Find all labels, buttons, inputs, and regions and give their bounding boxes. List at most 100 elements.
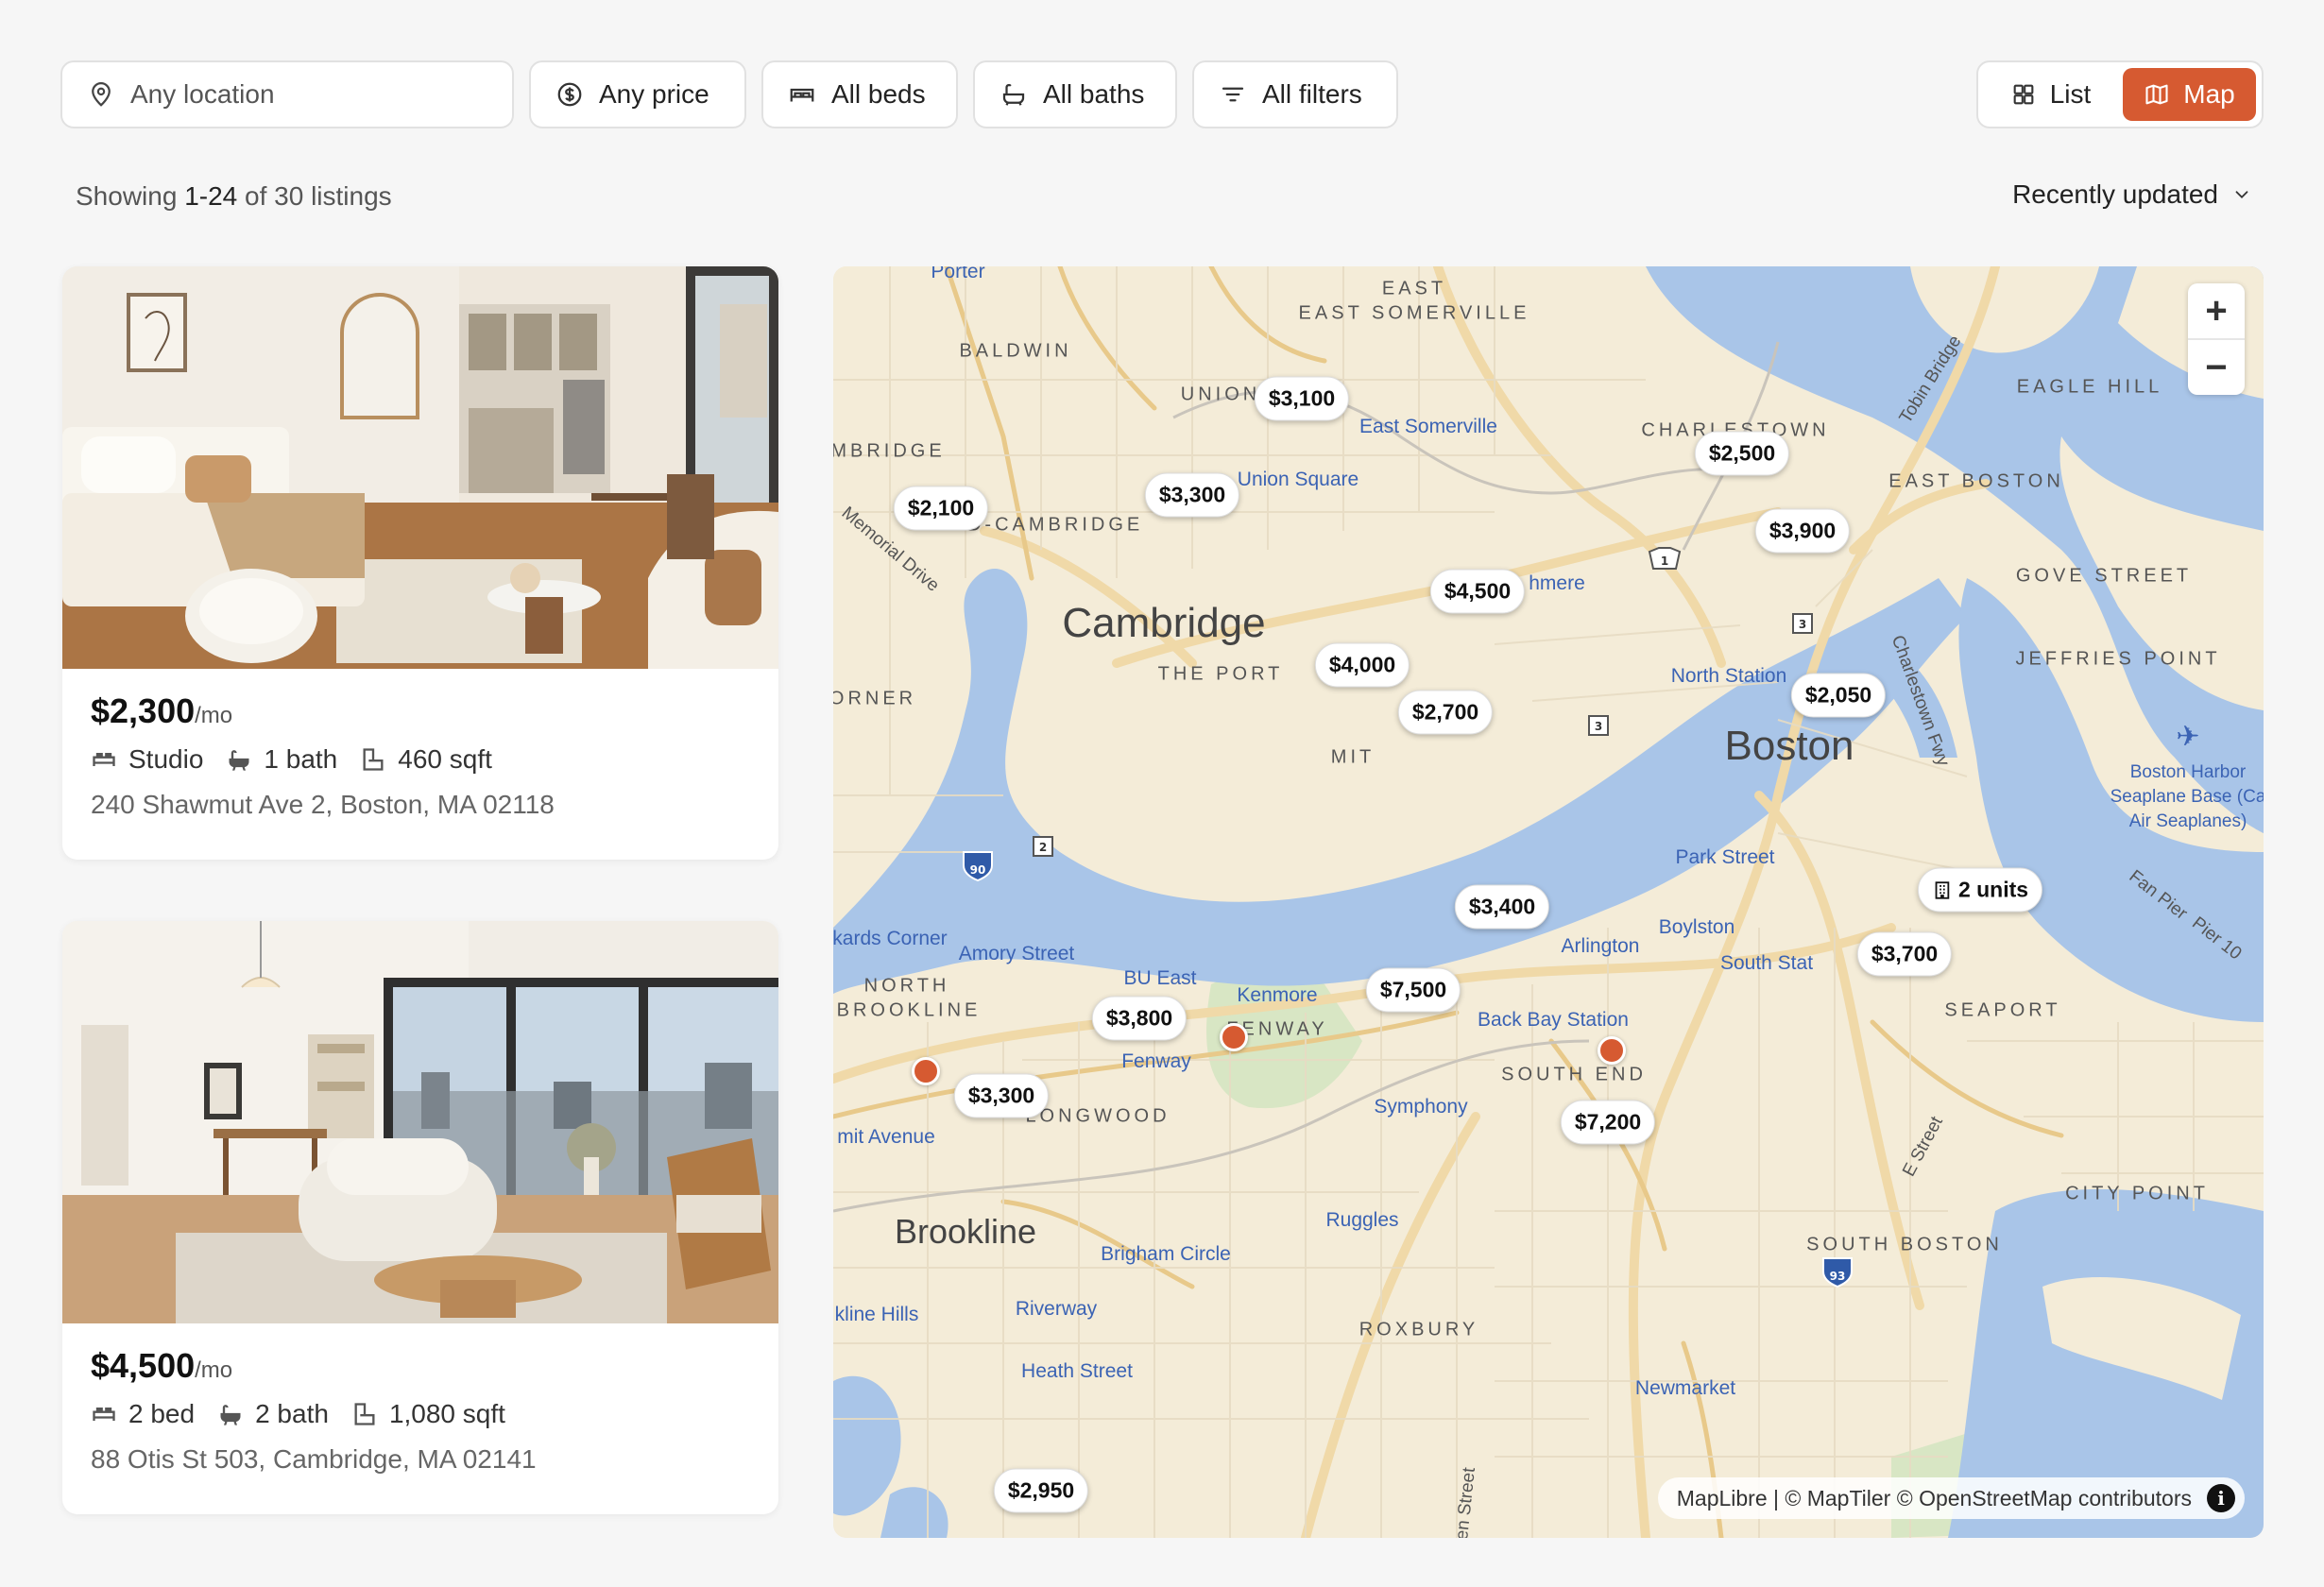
baths-filter-label: All baths: [1043, 79, 1145, 109]
listing-card[interactable]: $4,500/mo 2 bed 2 bath 1,080 sqft 88 Oti…: [62, 921, 778, 1514]
price-pin-label: $3,300: [967, 1083, 1035, 1108]
bath-icon: [1002, 83, 1025, 106]
grid-icon: [2013, 84, 2034, 105]
results-count-prefix: Showing: [76, 181, 185, 211]
price-pin[interactable]: $4,000: [1314, 642, 1410, 688]
location-filter[interactable]: Any location: [60, 60, 514, 128]
listing-dot[interactable]: [1598, 1036, 1626, 1065]
listing-baths: 2 bath: [217, 1399, 329, 1429]
listing-beds: Studio: [91, 744, 203, 775]
price-pin-label: $4,000: [1328, 652, 1396, 677]
all-filters-button[interactable]: All filters: [1192, 60, 1398, 128]
price-pin[interactable]: $2,050: [1790, 673, 1887, 718]
filter-toolbar: Any location Any price All beds All bath…: [60, 60, 2264, 128]
price-pin[interactable]: $7,500: [1365, 967, 1461, 1013]
svg-text:3: 3: [1595, 720, 1602, 733]
listing-price-value: $4,500: [91, 1346, 196, 1385]
price-pin-label: $3,700: [1871, 941, 1939, 966]
listing-beds: 2 bed: [91, 1399, 195, 1429]
bed-icon: [93, 1408, 115, 1421]
listing-dot[interactable]: [1220, 1023, 1248, 1051]
list-view-button[interactable]: List: [1984, 68, 2117, 121]
price-pin-label: $3,100: [1268, 385, 1336, 411]
zoom-in-button[interactable]: +: [2188, 283, 2245, 338]
price-pin[interactable]: $2,700: [1397, 690, 1494, 735]
price-pin[interactable]: $3,900: [1754, 508, 1851, 554]
info-icon[interactable]: i: [2207, 1484, 2235, 1512]
chevron-down-icon: [2235, 191, 2248, 199]
sort-dropdown[interactable]: Recently updated: [2012, 179, 2252, 210]
map-icon: [2145, 84, 2168, 105]
listing-price-value: $2,300: [91, 691, 196, 730]
price-pin[interactable]: $3,300: [953, 1073, 1050, 1118]
cluster-pin-label: 2 units: [1957, 877, 2029, 902]
price-pin-label: $2,100: [907, 495, 975, 520]
listing-price-unit: /mo: [195, 703, 233, 728]
view-toggle: List Map: [1976, 60, 2264, 128]
listing-baths: 1 bath: [226, 744, 337, 775]
price-pin-label: $2,500: [1708, 440, 1776, 466]
price-pin-label: $2,950: [1007, 1477, 1075, 1503]
price-pin[interactable]: $3,300: [1144, 472, 1240, 518]
bed-icon: [790, 88, 814, 102]
bed-icon: [93, 753, 115, 766]
listings-map[interactable]: 1 3 3 2 90 93 Cambridge Boston Brookline…: [833, 266, 2264, 1538]
price-pin[interactable]: $7,200: [1560, 1100, 1656, 1145]
baths-filter[interactable]: All baths: [973, 60, 1177, 128]
listing-beds-label: Studio: [128, 744, 204, 774]
price-pin[interactable]: $2,100: [893, 486, 989, 531]
price-pin[interactable]: $3,800: [1091, 996, 1188, 1041]
svg-text:93: 93: [1830, 1270, 1846, 1283]
beds-filter[interactable]: All beds: [761, 60, 958, 128]
price-pin-label: $3,800: [1105, 1005, 1173, 1031]
price-pin[interactable]: $4,500: [1429, 569, 1526, 614]
cluster-pin[interactable]: 2 units: [1917, 867, 2043, 913]
price-pin-label: $7,200: [1574, 1109, 1642, 1135]
svg-text:1: 1: [1661, 555, 1668, 568]
list-view-label: List: [2049, 79, 2092, 109]
price-pin[interactable]: $3,400: [1454, 884, 1550, 930]
svg-text:3: 3: [1799, 618, 1806, 631]
price-pin-label: $4,500: [1444, 578, 1512, 604]
location-placeholder: Any location: [130, 79, 275, 109]
listing-price: $4,500/mo: [91, 1346, 750, 1386]
listing-card[interactable]: $2,300/mo Studio 1 bath 460 sqft 240 Sha…: [62, 266, 778, 860]
price-pin[interactable]: $3,700: [1856, 931, 1953, 977]
listing-baths-label: 1 bath: [264, 744, 338, 774]
map-view-button[interactable]: Map: [2123, 68, 2256, 121]
zoom-out-button[interactable]: −: [2188, 338, 2245, 395]
price-pin-label: $7,500: [1379, 977, 1447, 1002]
listing-dot[interactable]: [912, 1057, 940, 1085]
price-pin[interactable]: $2,950: [993, 1468, 1089, 1513]
bath-icon: [220, 1405, 241, 1425]
location-pin-icon: [92, 82, 111, 107]
svg-text:2: 2: [1039, 841, 1047, 854]
listing-sqft: 460 sqft: [360, 744, 492, 775]
price-pin[interactable]: $2,500: [1694, 431, 1790, 476]
listing-photo: [62, 921, 778, 1323]
results-count-suffix: of 30 listings: [237, 181, 392, 211]
price-filter-label: Any price: [599, 79, 709, 109]
beds-filter-label: All beds: [831, 79, 926, 109]
listing-sqft: 1,080 sqft: [351, 1399, 505, 1429]
listing-price: $2,300/mo: [91, 691, 750, 731]
listing-specs: Studio 1 bath 460 sqft: [91, 744, 750, 775]
listing-specs: 2 bed 2 bath 1,080 sqft: [91, 1399, 750, 1429]
results-count: Showing 1-24 of 30 listings: [76, 181, 392, 212]
floor-plan-icon: [363, 748, 384, 771]
attribution-text: MapLibre | © MapTiler © OpenStreetMap co…: [1676, 1485, 2192, 1510]
listing-baths-label: 2 bath: [255, 1399, 329, 1428]
listing-sqft-label: 1,080 sqft: [388, 1399, 505, 1428]
sort-label: Recently updated: [2012, 179, 2218, 209]
price-pin-label: $2,700: [1411, 699, 1479, 725]
price-pin[interactable]: $3,100: [1254, 376, 1350, 421]
listing-beds-label: 2 bed: [128, 1399, 196, 1428]
price-pin-label: $3,400: [1468, 894, 1536, 919]
results-count-range: 1-24: [184, 181, 238, 211]
price-pin-label: $2,050: [1804, 682, 1872, 708]
bath-icon: [229, 750, 249, 771]
filter-lines-icon: [1222, 87, 1244, 102]
dollar-circle-icon: [557, 82, 582, 107]
price-filter[interactable]: Any price: [529, 60, 746, 128]
listing-address: 240 Shawmut Ave 2, Boston, MA 02118: [91, 790, 555, 819]
